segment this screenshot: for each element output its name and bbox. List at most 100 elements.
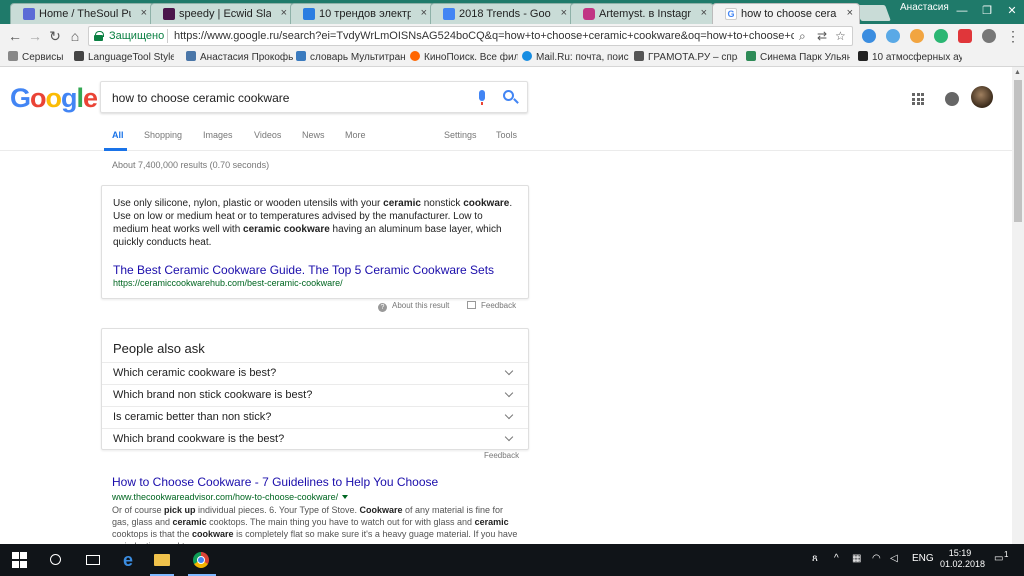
tab-google-search[interactable]: G how to choose ceramic × xyxy=(712,3,860,24)
text-segment: cooktops is that the xyxy=(112,529,193,539)
address-bar[interactable]: Защищено https://www.google.ru/search?ei… xyxy=(88,26,853,46)
task-view-icon[interactable] xyxy=(86,555,100,565)
tab-thesoul[interactable]: Home / TheSoul Publishi × xyxy=(10,3,154,24)
tab-close-icon[interactable]: × xyxy=(847,7,853,19)
logo-letter: o xyxy=(30,83,46,113)
bookmark-label: Синема Парк Ульян xyxy=(760,52,850,63)
page-scrollbar[interactable]: ▲ xyxy=(1012,67,1024,544)
reload-icon[interactable]: ↻ xyxy=(46,27,64,45)
people-icon[interactable]: ጸ xyxy=(812,553,818,564)
tab-trends-article[interactable]: 10 трендов электронн × xyxy=(290,3,434,24)
apps-grid-icon[interactable] xyxy=(912,93,924,105)
opera-extension-icon[interactable] xyxy=(958,29,972,43)
tab-slack[interactable]: speedy | Ecwid Slack × xyxy=(150,3,294,24)
profile-name[interactable]: Анастасия xyxy=(900,2,949,13)
extension-icon[interactable] xyxy=(886,29,900,43)
paa-question[interactable]: Which ceramic cookware is best? xyxy=(102,362,528,384)
text-segment: Use only silicone, nylon, plastic or woo… xyxy=(113,198,384,209)
tab-instagram[interactable]: Artemyst. в Instagram × xyxy=(570,3,714,24)
highlighted-term: ceramic xyxy=(172,517,207,527)
tab-close-icon[interactable]: × xyxy=(281,7,287,19)
paa-feedback[interactable]: Feedback xyxy=(484,451,519,460)
tab-close-icon[interactable]: × xyxy=(701,7,707,19)
chrome-icon[interactable] xyxy=(193,552,209,568)
bookmark-item[interactable]: Синема Парк Ульян xyxy=(746,51,850,63)
forward-arrow-icon[interactable]: → xyxy=(26,27,44,45)
tab-videos[interactable]: Videos xyxy=(254,130,281,140)
bookmark-item[interactable]: КиноПоиск. Все фил xyxy=(410,51,518,63)
tab-settings[interactable]: Settings xyxy=(444,130,477,140)
about-label: About this result xyxy=(392,301,450,310)
tab-google-docs[interactable]: 2018 Trends - Google Д × xyxy=(430,3,574,24)
bookmark-item[interactable]: Сервисы xyxy=(8,51,63,63)
notification-count: 1 xyxy=(1004,550,1009,559)
tab-news[interactable]: News xyxy=(302,130,325,140)
about-this-result[interactable]: ? About this result xyxy=(378,301,449,312)
back-arrow-icon[interactable]: ← xyxy=(6,27,24,45)
bookmark-item[interactable]: Анастасия Прокофь xyxy=(186,51,293,63)
search-icon[interactable] xyxy=(50,554,61,565)
windows-start-icon[interactable] xyxy=(12,552,28,568)
action-center-icon[interactable]: ▭ xyxy=(994,553,1003,564)
network-icon[interactable]: ▦ xyxy=(852,553,861,564)
google-logo[interactable]: Google xyxy=(10,83,98,114)
new-tab-button[interactable] xyxy=(855,5,891,21)
scroll-up-icon[interactable]: ▲ xyxy=(1014,69,1021,76)
result-title[interactable]: How to Choose Cookware - 7 Guidelines to… xyxy=(112,475,522,489)
extension-icon[interactable] xyxy=(862,29,876,43)
text-segment: individual pieces. 6. Your Type of Stove… xyxy=(195,505,360,515)
dropdown-arrow-icon[interactable] xyxy=(342,495,349,499)
taskbar-clock[interactable]: 15:19 01.02.2018 xyxy=(940,548,985,570)
tab-images[interactable]: Images xyxy=(203,130,233,140)
search-input[interactable]: how to choose ceramic cookware xyxy=(100,81,528,113)
minimize-icon[interactable]: — xyxy=(950,0,974,24)
maximize-icon[interactable]: ❐ xyxy=(975,0,999,24)
menu-dots-icon[interactable]: ⋮ xyxy=(1004,27,1022,45)
tab-all[interactable]: All xyxy=(112,130,124,140)
tab-close-icon[interactable]: × xyxy=(421,7,427,19)
tab-more[interactable]: More xyxy=(345,130,366,140)
volume-icon[interactable]: ◁ xyxy=(890,553,898,564)
bookmark-item[interactable]: 10 атмосферных ауд xyxy=(858,51,962,63)
extension-icon[interactable] xyxy=(982,29,996,43)
home-icon[interactable]: ⌂ xyxy=(66,27,84,45)
paa-question[interactable]: Which brand non stick cookware is best? xyxy=(102,384,528,406)
bookmark-item[interactable]: Mail.Ru: почта, поис xyxy=(522,51,629,63)
paa-question[interactable]: Which brand cookware is the best? xyxy=(102,428,528,450)
tab-tools[interactable]: Tools xyxy=(496,130,517,140)
snippet-feedback[interactable]: Feedback xyxy=(467,301,516,310)
highlighted-term: cookware xyxy=(192,529,234,539)
search-icon[interactable] xyxy=(503,90,514,101)
result-url: www.thecookwareadvisor.com/how-to-choose… xyxy=(112,492,522,502)
translate-icon[interactable]: ⇄ xyxy=(817,29,827,43)
tab-shopping[interactable]: Shopping xyxy=(144,130,182,140)
avatar[interactable] xyxy=(971,86,993,108)
tab-close-icon[interactable]: × xyxy=(141,7,147,19)
secure-label: Защищено xyxy=(109,30,165,42)
tab-close-icon[interactable]: × xyxy=(561,7,567,19)
highlighted-term: Cookware xyxy=(359,505,403,515)
paa-question[interactable]: Is ceramic better than non stick? xyxy=(102,406,528,428)
url-text[interactable]: https://www.google.ru/search?ei=TvdyWrLm… xyxy=(174,30,794,42)
search-icon[interactable]: ⌕ xyxy=(799,29,806,44)
file-explorer-icon[interactable] xyxy=(154,554,170,566)
bookmark-item[interactable]: ГРАМОТА.РУ – справ xyxy=(634,51,738,63)
tray-chevron-icon[interactable]: ^ xyxy=(834,553,839,564)
close-window-icon[interactable]: ✕ xyxy=(1000,0,1024,24)
extension-icon[interactable] xyxy=(910,29,924,43)
language-indicator[interactable]: ENG xyxy=(912,553,934,564)
bookmark-item[interactable]: словарь Мультитран xyxy=(296,51,406,63)
scrollbar-thumb[interactable] xyxy=(1014,80,1022,222)
grammarly-icon[interactable] xyxy=(934,29,948,43)
voice-search-icon[interactable] xyxy=(479,90,485,105)
search-query[interactable]: how to choose ceramic cookware xyxy=(112,91,289,105)
edge-browser-icon[interactable]: e xyxy=(120,551,136,569)
clock-time: 15:19 xyxy=(948,548,972,558)
bookmarks-bar: Сервисы LanguageTool Style a Анастасия П… xyxy=(0,48,1024,67)
notifications-icon[interactable] xyxy=(945,92,959,106)
wifi-icon[interactable]: ◠ xyxy=(872,553,881,564)
bookmark-star-icon[interactable]: ☆ xyxy=(835,29,846,43)
highlighted-term: ceramic cookware xyxy=(243,224,330,235)
snippet-link[interactable]: The Best Ceramic Cookware Guide. The Top… xyxy=(113,263,494,277)
bookmark-item[interactable]: LanguageTool Style a xyxy=(74,51,174,63)
